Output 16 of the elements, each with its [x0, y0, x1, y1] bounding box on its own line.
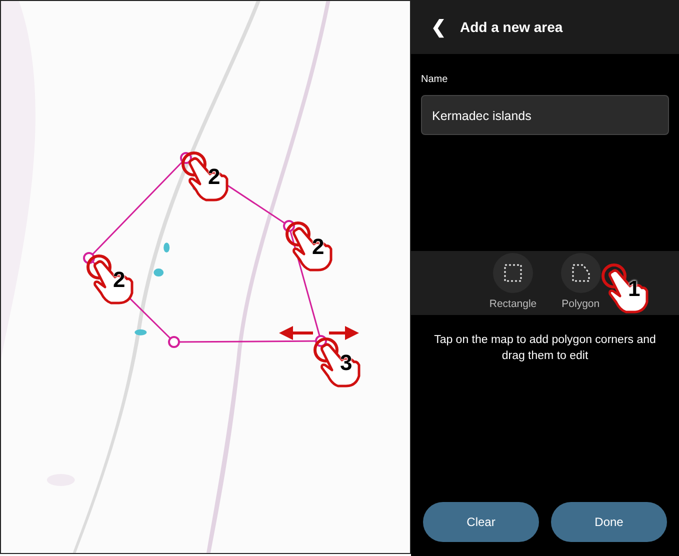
- back-button[interactable]: ❮: [431, 14, 446, 40]
- clear-button[interactable]: Clear: [423, 502, 539, 542]
- hand-icon: [180, 150, 230, 202]
- instruction-text: Tap on the map to add polygon corners and drag them to edit: [433, 333, 657, 364]
- name-field[interactable]: Kermadec islands: [421, 95, 669, 135]
- rectangle-icon: [504, 264, 522, 282]
- done-button[interactable]: Done: [551, 502, 667, 542]
- double-arrow-icon: [279, 326, 359, 340]
- polygon-icon: [572, 264, 590, 282]
- hand-icon: [85, 253, 135, 305]
- name-label: Name: [421, 73, 449, 87]
- hand-icon: [312, 336, 362, 388]
- screen-title: Add a new area: [460, 18, 563, 36]
- vertex-handle[interactable]: [168, 336, 180, 348]
- hand-icon: [284, 220, 334, 272]
- hand-icon: [600, 262, 650, 314]
